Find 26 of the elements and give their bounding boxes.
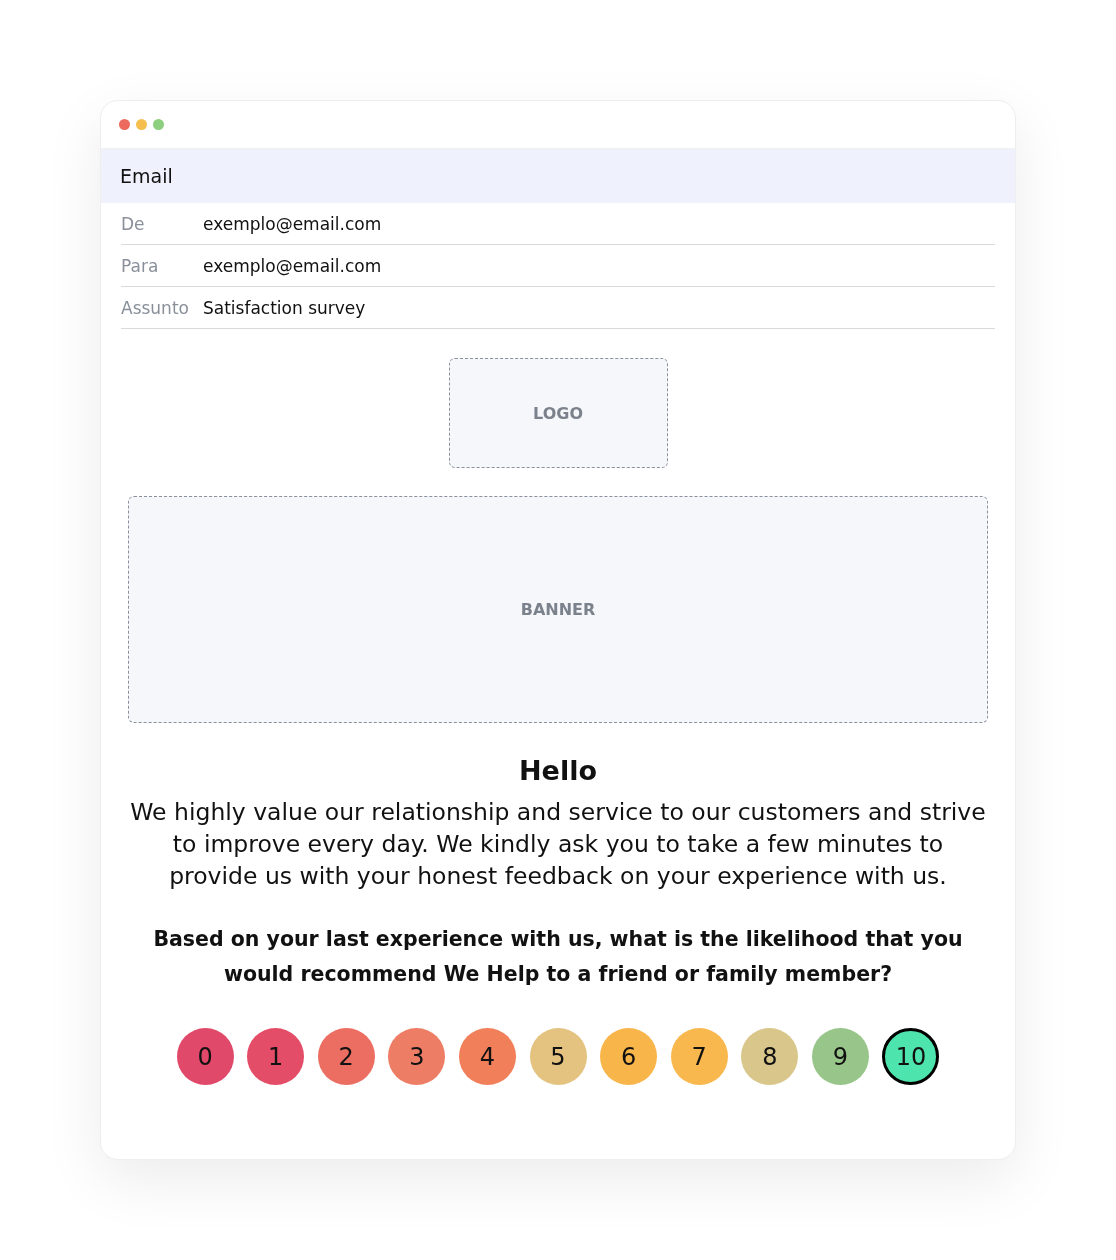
- field-label: Para: [121, 255, 160, 276]
- score-button[interactable]: 4: [458, 1028, 516, 1085]
- score-button[interactable]: 2: [317, 1028, 375, 1085]
- score-button[interactable]: 10: [882, 1028, 940, 1085]
- score-button[interactable]: 6: [600, 1028, 658, 1085]
- window-control-icon[interactable]: [119, 119, 130, 130]
- window-control-icon[interactable]: [153, 119, 164, 130]
- field-value: Satisfaction survey: [203, 297, 366, 318]
- email-title: Email: [120, 165, 173, 187]
- score-button[interactable]: 8: [741, 1028, 799, 1085]
- score-button[interactable]: 9: [811, 1028, 869, 1085]
- greeting: Hello: [519, 755, 597, 786]
- window-control-icon[interactable]: [136, 119, 147, 130]
- field-label: Assunto: [121, 297, 190, 318]
- score-button[interactable]: 0: [176, 1028, 234, 1085]
- field-value: exemplo@email.com: [203, 213, 382, 234]
- question-text: Based on your last experience with us, what is the likelihood that you would recommend We Help to a friend or family member?: [152, 926, 964, 988]
- logo-label: LOGO: [533, 403, 583, 423]
- field-value: exemplo@email.com: [203, 255, 382, 276]
- banner-label: BANNER: [520, 600, 596, 619]
- message-text: We highly value our relationship and service to our customers and strive to improve every day. We kindly ask you to take a few minutes to provide us with your honest feedback on your experience with us.: [129, 797, 987, 892]
- score-button[interactable]: 7: [670, 1028, 728, 1085]
- score-button[interactable]: 1: [247, 1028, 305, 1085]
- score-button[interactable]: 5: [529, 1028, 587, 1085]
- field-label: De: [121, 213, 146, 234]
- score-button[interactable]: 3: [388, 1028, 446, 1085]
